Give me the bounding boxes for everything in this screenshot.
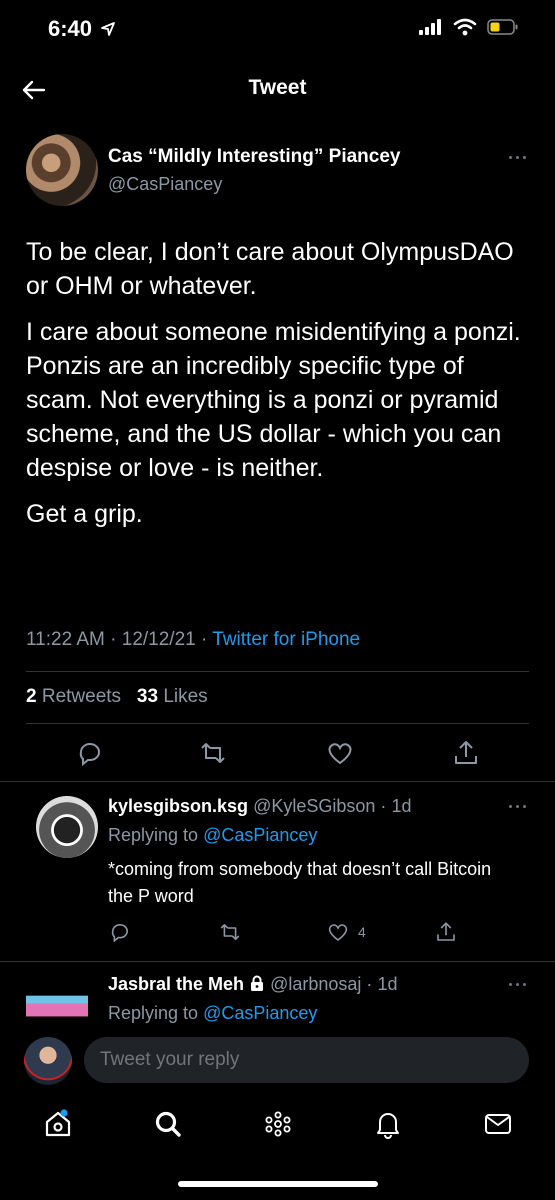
divider <box>0 961 555 962</box>
replying-to: Replying to @CasPiancey <box>108 1003 318 1023</box>
reply-header: kylesgibson.ksg @KyleSGibson · 1d <box>108 796 412 816</box>
retweets-stat[interactable]: 2 Retweets <box>26 686 121 707</box>
reply-avatar[interactable] <box>36 796 98 858</box>
notifications-icon[interactable] <box>372 1108 404 1140</box>
reply-author-name[interactable]: kylesgibson.ksg <box>108 796 248 816</box>
reply-author-handle[interactable]: @larbnosaj <box>270 974 361 994</box>
replying-to-link[interactable]: @CasPiancey <box>203 1003 317 1023</box>
divider <box>0 781 555 782</box>
like-icon[interactable] <box>326 920 350 944</box>
replying-to-link[interactable]: @CasPiancey <box>203 825 317 845</box>
author-avatar[interactable] <box>26 134 98 206</box>
author-name[interactable]: Cas “Mildly Interesting” Piancey <box>108 146 400 168</box>
tweet-date: 12/12/21 <box>121 629 196 650</box>
reply-author-name[interactable]: Jasbral the Meh <box>108 974 244 994</box>
more-icon[interactable] <box>502 978 532 990</box>
location-arrow-icon <box>100 21 116 37</box>
home-icon[interactable] <box>42 1108 74 1140</box>
page-title: Tweet <box>248 76 307 99</box>
tweet-paragraph: To be clear, I don’t care about OlympusD… <box>26 238 514 300</box>
engagement-stats: 2 Retweets 33 Likes <box>26 686 208 708</box>
user-avatar[interactable] <box>24 1037 72 1085</box>
reply-input[interactable] <box>84 1037 529 1083</box>
tweet-metadata: 11:22 AM · 12/12/21 · Twitter for iPhone <box>26 629 361 650</box>
cellular-signal-icon <box>419 19 443 35</box>
messages-icon[interactable] <box>482 1108 514 1140</box>
tweet-time: 11:22 AM <box>26 629 105 650</box>
author-handle[interactable]: @CasPiancey <box>108 174 222 195</box>
reply-icon[interactable] <box>75 738 105 768</box>
retweet-icon[interactable] <box>218 920 242 944</box>
reply-avatar[interactable] <box>26 972 88 1024</box>
spaces-icon[interactable] <box>262 1108 294 1140</box>
status-indicators <box>419 18 519 36</box>
search-icon[interactable] <box>152 1108 184 1140</box>
tweet-paragraph: Get a grip. <box>26 500 143 528</box>
more-icon[interactable] <box>502 800 532 812</box>
status-time: 6:40 <box>48 16 93 41</box>
reply-icon[interactable] <box>108 920 132 944</box>
back-arrow-icon[interactable] <box>18 74 50 106</box>
reply-author-handle[interactable]: @KyleSGibson <box>253 796 375 816</box>
wifi-icon <box>453 18 477 36</box>
share-icon[interactable] <box>434 920 458 944</box>
battery-icon <box>487 19 519 35</box>
like-count: 4 <box>358 924 366 940</box>
reply-age: 1d <box>391 796 412 816</box>
tweet-text: To be clear, I don’t care about OlympusD… <box>26 235 531 543</box>
more-icon[interactable] <box>502 151 532 163</box>
share-icon[interactable] <box>451 738 481 768</box>
reply-header: Jasbral the Meh @larbnosaj · 1d <box>108 974 398 994</box>
home-indicator <box>178 1181 378 1187</box>
lock-icon <box>249 975 265 992</box>
retweet-icon[interactable] <box>198 738 228 768</box>
divider <box>26 671 529 672</box>
like-icon[interactable] <box>325 738 355 768</box>
likes-stat[interactable]: 33 Likes <box>137 686 208 707</box>
tweet-source-link[interactable]: Twitter for iPhone <box>212 629 360 650</box>
tweet-paragraph: I care about someone misidentifying a po… <box>26 318 521 482</box>
divider <box>26 723 529 724</box>
reply-text: *coming from somebody that doesn’t call … <box>108 859 492 906</box>
reply-age: 1d <box>377 974 398 994</box>
replying-to: Replying to @CasPiancey <box>108 825 318 845</box>
